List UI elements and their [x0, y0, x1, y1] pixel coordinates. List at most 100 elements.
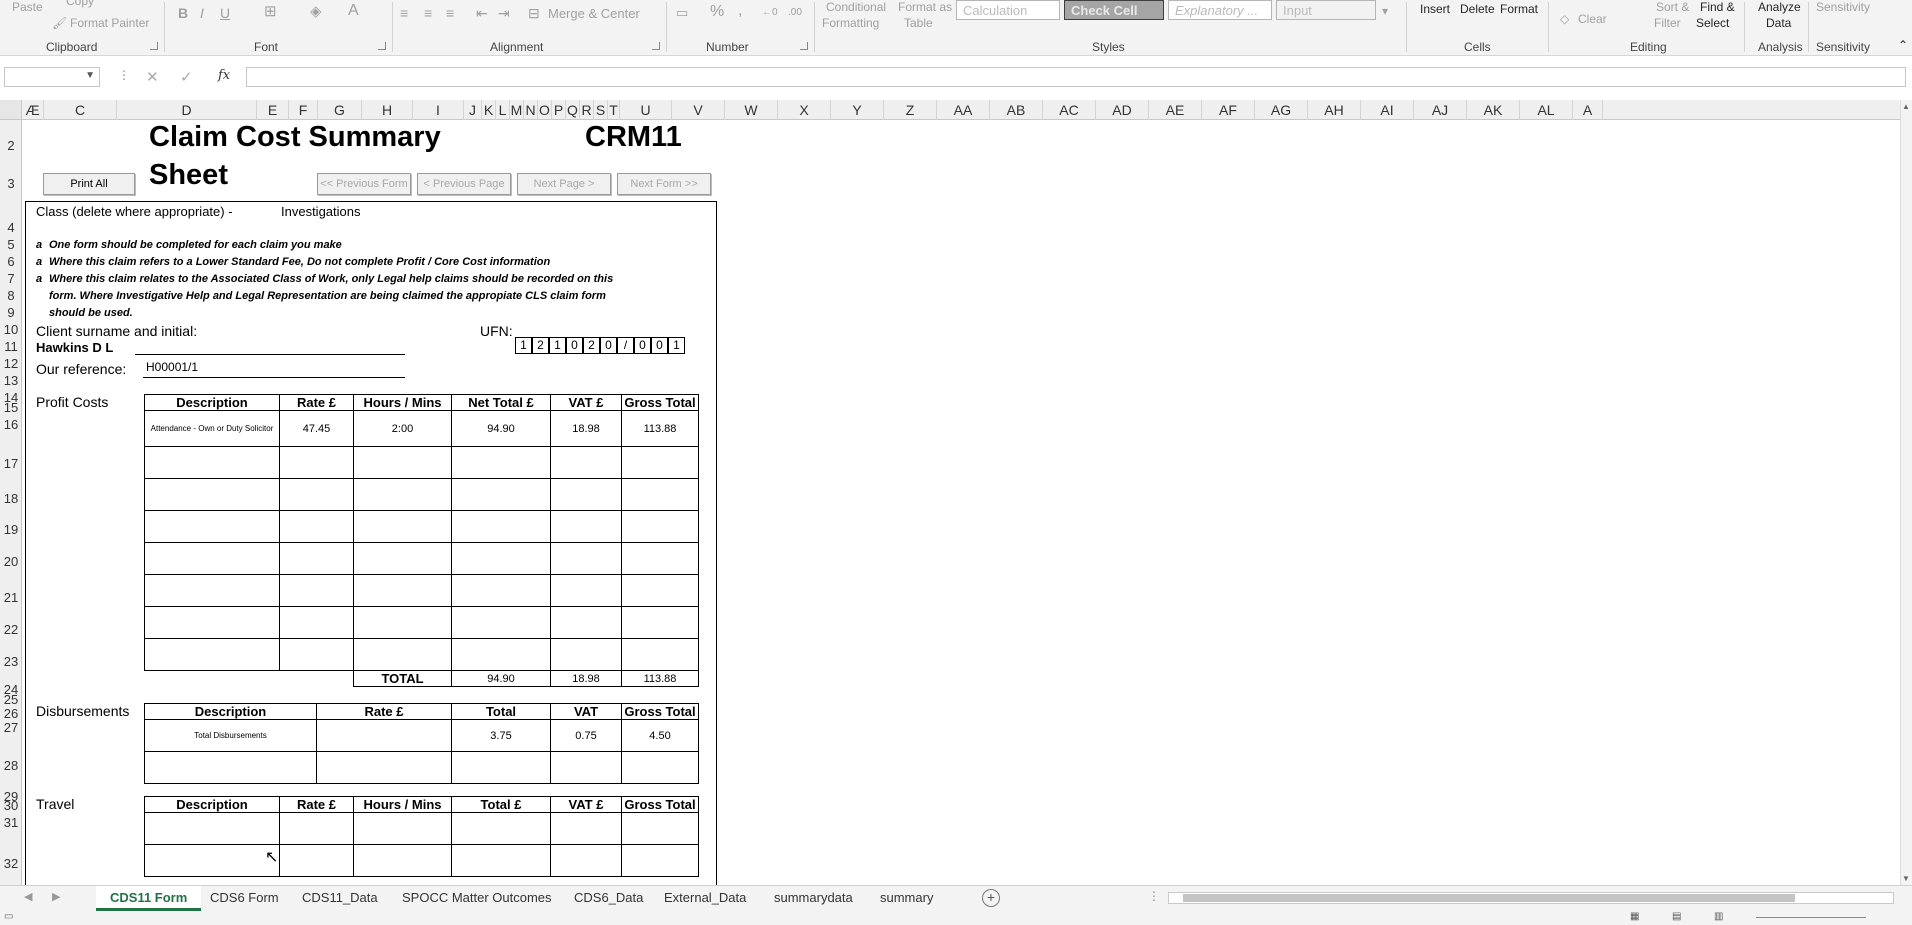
- italic-button[interactable]: I: [200, 6, 204, 20]
- class-value[interactable]: Investigations: [281, 204, 361, 219]
- scroll-down-icon[interactable]: ▼: [1902, 874, 1910, 883]
- align-right-icon[interactable]: ≡: [446, 6, 454, 20]
- table-cell[interactable]: [451, 638, 551, 671]
- column-header[interactable]: C: [44, 100, 117, 120]
- table-cell[interactable]: [550, 638, 622, 671]
- page-break-view-icon[interactable]: ▥: [1714, 911, 1723, 922]
- table-cell[interactable]: [550, 751, 622, 784]
- find-select-label-1[interactable]: Find &: [1700, 0, 1735, 14]
- table-cell[interactable]: [451, 574, 551, 607]
- column-header[interactable]: A: [1573, 100, 1603, 120]
- format-as-table-button[interactable]: Table: [904, 16, 933, 30]
- add-sheet-icon[interactable]: +: [982, 889, 1000, 907]
- row-header[interactable]: 8: [0, 288, 22, 303]
- column-header[interactable]: Z: [884, 100, 937, 120]
- column-header[interactable]: AL: [1520, 100, 1573, 120]
- table-cell[interactable]: [550, 478, 622, 511]
- table-cell[interactable]: [451, 542, 551, 575]
- row-header[interactable]: 4: [0, 220, 22, 235]
- column-header[interactable]: Y: [831, 100, 884, 120]
- conditional-formatting-button[interactable]: Formatting: [822, 16, 879, 30]
- formula-input[interactable]: [246, 67, 1906, 87]
- comma-style-button[interactable]: ,: [738, 3, 742, 19]
- row-header[interactable]: 3: [0, 176, 22, 191]
- table-cell[interactable]: [353, 510, 452, 543]
- analyze-data-label-1[interactable]: Analyze: [1758, 0, 1801, 14]
- table-cell[interactable]: [550, 510, 622, 543]
- table-cell[interactable]: [353, 574, 452, 607]
- column-header[interactable]: P: [552, 100, 566, 120]
- column-header[interactable]: H: [362, 100, 413, 120]
- table-cell[interactable]: [451, 844, 551, 877]
- format-painter-button[interactable]: Format Painter: [70, 16, 149, 30]
- table-cell[interactable]: [144, 510, 280, 543]
- row-header[interactable]: 25: [0, 692, 22, 707]
- table-cell[interactable]: [144, 542, 280, 575]
- column-header[interactable]: U: [620, 100, 672, 120]
- collapse-ribbon-icon[interactable]: ⌃: [1898, 38, 1908, 52]
- row-header[interactable]: 17: [0, 456, 22, 471]
- accounting-format-icon[interactable]: ▭: [676, 6, 688, 20]
- copy-button[interactable]: Copy: [66, 0, 94, 8]
- table-cell[interactable]: Attendance - Own or Duty Solicitor: [144, 410, 280, 447]
- row-header[interactable]: 16: [0, 417, 22, 432]
- styles-more-icon[interactable]: ▾: [1382, 4, 1388, 18]
- table-cell[interactable]: [279, 574, 354, 607]
- column-header[interactable]: R: [580, 100, 594, 120]
- table-cell[interactable]: [550, 606, 622, 639]
- column-header[interactable]: F: [289, 100, 318, 120]
- table-cell[interactable]: [353, 606, 452, 639]
- next-form-button[interactable]: Next Form >>: [617, 173, 711, 195]
- row-header[interactable]: 12: [0, 356, 22, 371]
- bold-button[interactable]: B: [178, 6, 188, 20]
- find-select-button[interactable]: Select: [1696, 16, 1729, 30]
- column-header[interactable]: W: [725, 100, 778, 120]
- row-header[interactable]: 7: [0, 271, 22, 286]
- font-launcher-icon[interactable]: [378, 42, 386, 50]
- worksheet-grid[interactable]: Claim Cost Summary Sheet CRM11 Print All…: [23, 121, 1900, 885]
- table-cell[interactable]: [353, 446, 452, 479]
- table-cell[interactable]: 4.50: [621, 719, 699, 752]
- table-cell[interactable]: [550, 812, 622, 845]
- column-header[interactable]: O: [538, 100, 552, 120]
- style-check-cell[interactable]: Check Cell: [1064, 0, 1164, 20]
- delete-button[interactable]: Delete: [1460, 2, 1495, 16]
- paste-button[interactable]: Paste: [12, 0, 43, 14]
- ufn-digit[interactable]: 0: [651, 337, 668, 354]
- sheet-tab[interactable]: CDS11 Form: [96, 886, 202, 911]
- previous-page-button[interactable]: < Previous Page: [417, 173, 511, 195]
- sheet-tab[interactable]: CDS6 Form: [196, 886, 293, 911]
- client-value[interactable]: Hawkins D L: [36, 340, 113, 355]
- table-cell[interactable]: [279, 606, 354, 639]
- ufn-digit[interactable]: 0: [566, 337, 583, 354]
- row-header[interactable]: 31: [0, 815, 22, 830]
- format-as-table-label-1[interactable]: Format as: [898, 0, 952, 14]
- ufn-digit[interactable]: 0: [634, 337, 651, 354]
- table-cell[interactable]: [621, 751, 699, 784]
- column-header[interactable]: AC: [1043, 100, 1096, 120]
- table-cell[interactable]: 18.98: [550, 410, 622, 447]
- table-cell[interactable]: 94.90: [451, 410, 551, 447]
- horizontal-scrollbar[interactable]: [1168, 892, 1894, 904]
- column-header[interactable]: X: [778, 100, 831, 120]
- number-launcher-icon[interactable]: [800, 42, 808, 50]
- table-cell[interactable]: [451, 446, 551, 479]
- style-calculation[interactable]: Calculation: [956, 0, 1060, 20]
- column-header[interactable]: AD: [1096, 100, 1149, 120]
- decrease-decimal-icon[interactable]: .00: [788, 6, 802, 20]
- sort-filter-button[interactable]: Filter: [1654, 16, 1681, 30]
- table-cell[interactable]: [279, 478, 354, 511]
- format-button[interactable]: Format: [1500, 2, 1538, 16]
- table-cell[interactable]: 0.75: [550, 719, 622, 752]
- clear-button[interactable]: Clear: [1578, 12, 1607, 26]
- table-cell[interactable]: Total Disbursements: [144, 719, 317, 752]
- column-header[interactable]: I: [413, 100, 464, 120]
- name-box-dropdown-icon[interactable]: ▼: [85, 70, 95, 81]
- style-explanatory[interactable]: Explanatory ...: [1168, 0, 1272, 20]
- zoom-slider[interactable]: [1756, 917, 1866, 918]
- sheet-tab[interactable]: summary: [866, 886, 947, 911]
- column-header[interactable]: T: [608, 100, 620, 120]
- vertical-scrollbar[interactable]: ▲ ▼: [1900, 100, 1912, 885]
- merge-center-icon[interactable]: ⊟: [528, 6, 540, 20]
- column-header[interactable]: AA: [937, 100, 990, 120]
